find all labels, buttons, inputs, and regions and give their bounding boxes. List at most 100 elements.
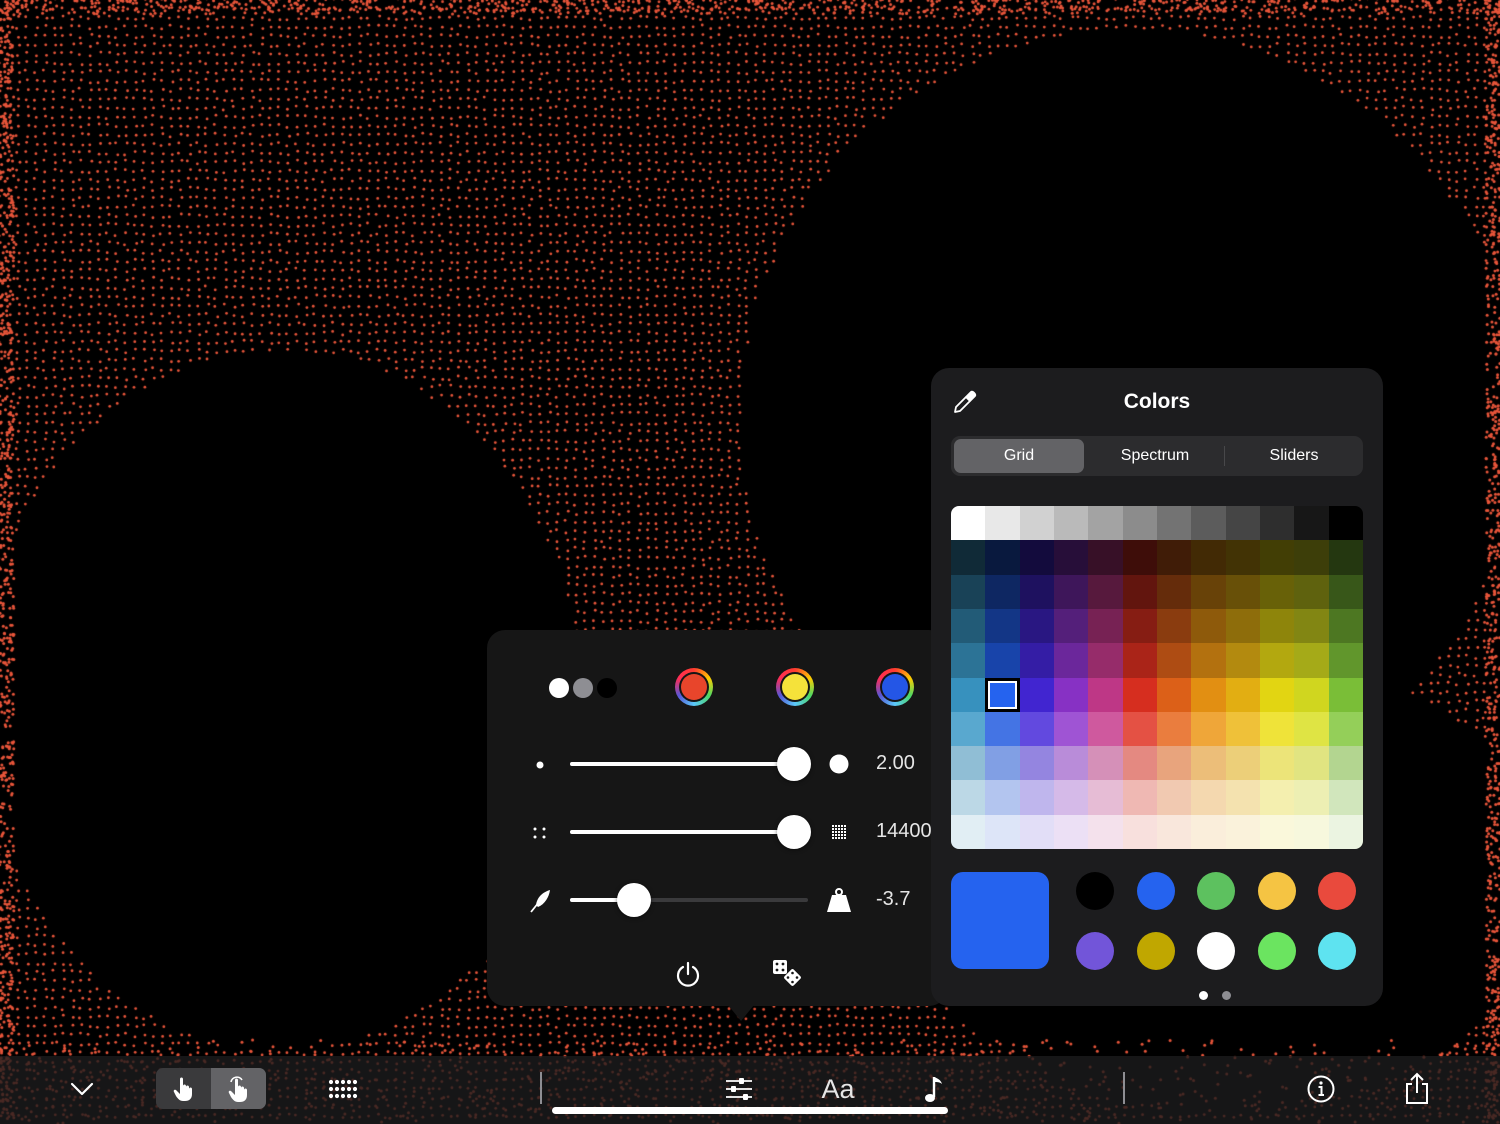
color-grid-cell[interactable] xyxy=(1328,506,1363,541)
color-grid-cell[interactable] xyxy=(1157,746,1192,781)
color-grid-cell[interactable] xyxy=(1294,746,1330,781)
collapse-button[interactable] xyxy=(57,1064,107,1114)
color-grid-cell[interactable] xyxy=(951,711,986,747)
point-size-white[interactable] xyxy=(549,678,569,698)
favorite-color-swatch[interactable] xyxy=(1318,932,1356,970)
color-grid-cell[interactable] xyxy=(1260,643,1295,678)
color-grid-cell[interactable] xyxy=(1225,574,1261,610)
favorite-color-swatch[interactable] xyxy=(1257,932,1296,970)
color-grid-cell[interactable] xyxy=(1019,608,1055,644)
color-grid-cell[interactable] xyxy=(1294,506,1330,541)
favorite-color-swatch[interactable] xyxy=(1136,872,1175,910)
color-grid-cell[interactable] xyxy=(1191,574,1227,610)
color-grid-cell[interactable] xyxy=(1019,643,1055,678)
tab-grid[interactable]: Grid xyxy=(954,439,1084,473)
color-grid-cell[interactable] xyxy=(1225,643,1261,678)
color-grid-cell[interactable] xyxy=(1191,677,1227,713)
gravity-slider[interactable] xyxy=(570,883,808,917)
color-grid-cell[interactable] xyxy=(1157,608,1192,644)
color-grid-cell[interactable] xyxy=(1225,540,1261,576)
size-slider[interactable] xyxy=(570,747,811,781)
color-grid-cell[interactable] xyxy=(1294,574,1330,610)
color-grid-cell[interactable] xyxy=(1157,814,1192,849)
color-grid-cell[interactable] xyxy=(985,540,1021,576)
color-grid-cell[interactable] xyxy=(1088,711,1124,747)
shuffle-button[interactable] xyxy=(768,954,808,994)
color-grid-cell[interactable] xyxy=(1225,608,1261,644)
color-grid-cell[interactable] xyxy=(951,746,986,781)
color-grid-cell[interactable] xyxy=(1122,608,1158,644)
color-swatch-blue[interactable] xyxy=(876,668,914,706)
color-grid-cell[interactable] xyxy=(1088,643,1124,678)
page-dot-active[interactable] xyxy=(1199,991,1208,1000)
color-swatch-yellow[interactable] xyxy=(776,668,814,706)
color-grid-cell[interactable] xyxy=(985,574,1021,610)
color-grid-cell[interactable] xyxy=(951,608,986,644)
color-grid-cell[interactable] xyxy=(985,506,1021,541)
color-grid-cell[interactable] xyxy=(1122,506,1158,541)
tab-sliders[interactable]: Sliders xyxy=(1229,439,1359,473)
color-grid-cell[interactable] xyxy=(1088,780,1124,816)
color-grid-cell[interactable] xyxy=(1294,780,1330,816)
color-grid-cell[interactable] xyxy=(1191,711,1227,747)
color-grid-cell[interactable] xyxy=(1019,780,1055,816)
color-grid-cell[interactable] xyxy=(1260,814,1295,849)
color-grid-cell[interactable] xyxy=(951,780,986,816)
color-grid-cell[interactable] xyxy=(1019,711,1055,747)
color-swatch-red[interactable] xyxy=(675,668,713,706)
color-grid-cell[interactable] xyxy=(1122,780,1158,816)
color-grid-cell[interactable] xyxy=(1088,574,1124,610)
color-grid-cell[interactable] xyxy=(1088,677,1124,713)
color-grid-cell[interactable] xyxy=(1225,780,1261,816)
color-grid-cell[interactable] xyxy=(1054,574,1089,610)
gravity-slider-thumb[interactable] xyxy=(617,883,651,917)
color-grid-cell[interactable] xyxy=(1225,814,1261,849)
color-grid-cell[interactable] xyxy=(1191,746,1227,781)
color-grid-cell[interactable] xyxy=(1328,574,1363,610)
color-grid-cell[interactable] xyxy=(1088,540,1124,576)
color-grid-cell[interactable] xyxy=(1019,506,1055,541)
color-grid-cell[interactable] xyxy=(1260,574,1295,610)
color-grid-cell[interactable] xyxy=(1019,574,1055,610)
power-button[interactable] xyxy=(668,954,708,994)
single-touch-button[interactable] xyxy=(156,1068,211,1109)
multi-touch-button[interactable] xyxy=(211,1068,266,1109)
color-grid-cell[interactable] xyxy=(1054,780,1089,816)
color-grid-cell[interactable] xyxy=(1294,608,1330,644)
color-grid-cell[interactable] xyxy=(1088,746,1124,781)
color-grid-cell[interactable] xyxy=(1054,814,1089,849)
color-grid-cell[interactable] xyxy=(1054,608,1089,644)
favorite-color-swatch[interactable] xyxy=(1318,872,1356,910)
color-grid-cell[interactable] xyxy=(1157,506,1192,541)
grid-button[interactable] xyxy=(318,1064,368,1114)
color-grid-cell[interactable] xyxy=(951,574,986,610)
color-grid-cell[interactable] xyxy=(1260,711,1295,747)
color-grid-cell[interactable] xyxy=(1225,677,1261,713)
color-grid-cell[interactable] xyxy=(1019,677,1055,713)
count-slider[interactable] xyxy=(570,815,811,849)
color-grid-cell[interactable] xyxy=(1328,711,1363,747)
color-grid-cell[interactable] xyxy=(1260,677,1295,713)
color-grid-cell[interactable] xyxy=(1157,711,1192,747)
color-grid-cell[interactable] xyxy=(1088,814,1124,849)
color-grid-cell[interactable] xyxy=(1294,814,1330,849)
color-grid-cell[interactable] xyxy=(1191,506,1227,541)
color-grid-cell[interactable] xyxy=(951,540,986,576)
color-grid-cell[interactable] xyxy=(1019,814,1055,849)
color-grid-cell[interactable] xyxy=(1122,677,1158,713)
color-grid-cell[interactable] xyxy=(1054,711,1089,747)
color-grid-cell[interactable] xyxy=(1191,540,1227,576)
color-grid-cell[interactable] xyxy=(1054,643,1089,678)
color-grid-cell[interactable] xyxy=(1328,746,1363,781)
page-dot-inactive[interactable] xyxy=(1222,991,1231,1000)
color-grid-cell[interactable] xyxy=(1260,746,1295,781)
tab-spectrum[interactable]: Spectrum xyxy=(1090,439,1220,473)
color-grid-cell[interactable] xyxy=(1328,643,1363,678)
favorite-color-swatch[interactable] xyxy=(1197,872,1235,910)
color-grid-cell[interactable] xyxy=(1122,540,1158,576)
color-grid-cell[interactable] xyxy=(1328,814,1363,849)
color-grid-cell[interactable] xyxy=(1054,540,1089,576)
color-grid-cell[interactable] xyxy=(1122,711,1158,747)
point-size-gray[interactable] xyxy=(573,678,593,698)
color-grid-cell[interactable] xyxy=(1294,711,1330,747)
